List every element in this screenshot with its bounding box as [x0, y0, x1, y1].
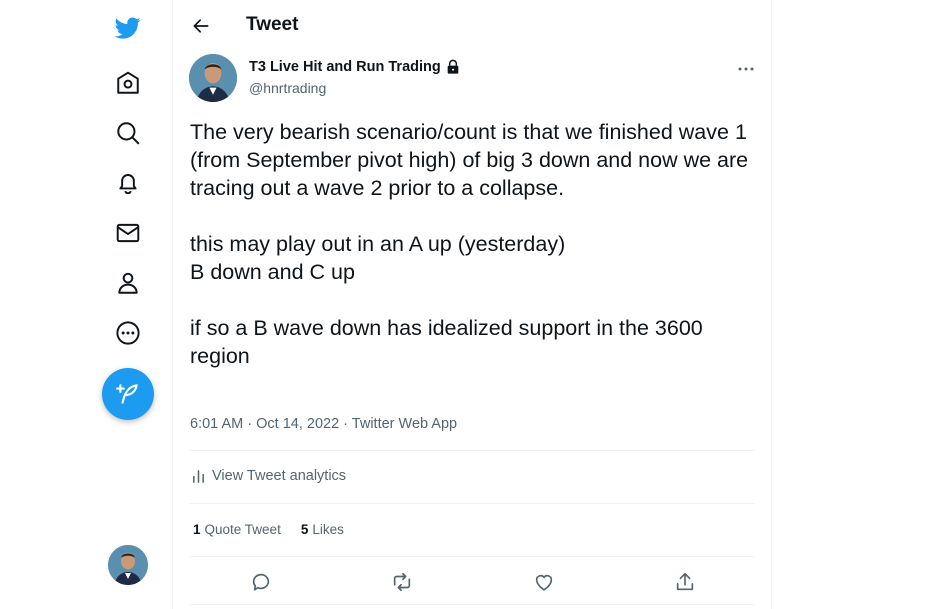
- tweet-date[interactable]: Oct 14, 2022: [256, 416, 339, 432]
- likes-label: Likes: [312, 522, 344, 537]
- divider: [189, 503, 755, 504]
- author-name-text: T3 Live Hit and Run Trading: [249, 59, 441, 75]
- analytics-bar-icon: [193, 469, 204, 483]
- divider: [189, 450, 755, 451]
- retweet-button[interactable]: [389, 569, 415, 595]
- divider: [189, 556, 755, 557]
- tweet-meta: 6:01 AM · Oct 14, 2022 · Twitter Web App: [190, 416, 457, 432]
- compose-tweet-button[interactable]: [102, 368, 154, 420]
- share-button[interactable]: [672, 569, 698, 595]
- view-analytics-link[interactable]: View Tweet analytics: [191, 468, 346, 484]
- quote-count: 1: [193, 522, 201, 537]
- likes-stat[interactable]: 5 Likes: [301, 522, 344, 537]
- tweet-text: The very bearish scenario/count is that …: [190, 120, 749, 368]
- like-button[interactable]: [531, 569, 557, 595]
- meta-separator: ·: [343, 416, 349, 432]
- quote-label: Quote Tweet: [204, 522, 281, 537]
- heart-icon: [535, 574, 553, 591]
- feather-plus-icon: [116, 384, 138, 404]
- page-title: Tweet: [246, 14, 299, 35]
- arrow-left-icon: [193, 19, 209, 33]
- share-icon: [676, 572, 694, 591]
- author-name[interactable]: T3 Live Hit and Run Trading: [249, 59, 461, 75]
- search-icon[interactable]: [108, 113, 148, 153]
- lock-icon: [447, 59, 459, 74]
- like-count: 5: [300, 522, 309, 537]
- envelope-icon[interactable]: [108, 213, 148, 253]
- person-icon[interactable]: [108, 263, 148, 303]
- author-handle[interactable]: @hnrtrading: [249, 80, 326, 96]
- home-icon[interactable]: [108, 63, 148, 103]
- tweet-time[interactable]: 6:01 AM: [190, 416, 243, 432]
- more-options-button[interactable]: [733, 58, 759, 80]
- quote-tweets-stat[interactable]: 1 Quote Tweet: [193, 522, 281, 537]
- account-avatar[interactable]: [108, 545, 148, 585]
- view-analytics-label: View Tweet analytics: [212, 468, 347, 484]
- ellipsis-icon: [738, 67, 754, 71]
- retweet-icon: [393, 572, 411, 592]
- twitter-logo-icon[interactable]: [108, 8, 148, 48]
- author-avatar[interactable]: [189, 54, 237, 102]
- divider: [189, 604, 755, 605]
- tweet-source[interactable]: Twitter Web App: [352, 416, 457, 432]
- more-circle-icon[interactable]: [108, 313, 148, 353]
- reply-icon: [252, 573, 270, 591]
- back-button[interactable]: [187, 12, 215, 40]
- tweet-stats: 1 Quote Tweet 5 Likes: [193, 522, 344, 537]
- bell-icon[interactable]: [108, 163, 148, 203]
- main-column: Tweet T3 Live Hit and Run Trading @hnrtr…: [172, 0, 772, 609]
- meta-separator: ·: [247, 416, 253, 432]
- reply-button[interactable]: [248, 569, 274, 595]
